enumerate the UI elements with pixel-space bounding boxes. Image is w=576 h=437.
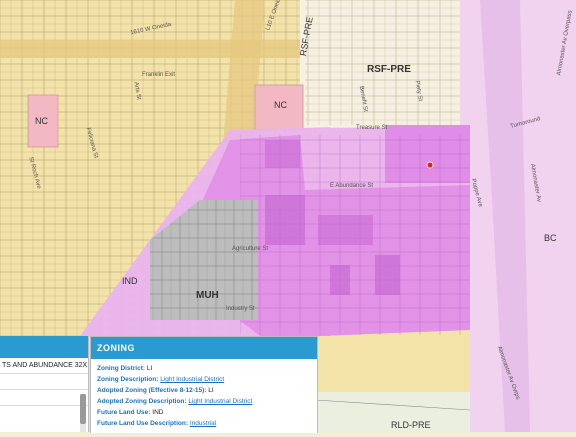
parcel-row: [0, 390, 88, 406]
zone-label-rld-pre: RLD-PRE: [391, 420, 431, 430]
rsf-pre-blocks: [305, 0, 460, 125]
zoning-panel-header: ZONING: [91, 337, 317, 359]
building: [265, 140, 300, 168]
adopted-zoning-description-link[interactable]: Light Industrial District: [188, 398, 252, 405]
zone-label-nc-left: NC: [35, 116, 48, 126]
zone-label-bc: BC: [544, 233, 557, 243]
adopted-zoning-label: Adopted Zoning (Effective 8-12-15):: [97, 387, 207, 394]
zone-label-rsf-pre: RSF-PRE: [367, 64, 411, 75]
building: [375, 255, 400, 295]
building: [265, 195, 305, 245]
future-land-use-value: IND: [152, 409, 164, 416]
zone-label-ind: IND: [122, 276, 138, 286]
zoning-district-label: Zoning District:: [97, 365, 146, 372]
parcel-info-panel: TS AND ABUNDANCE 32X119: [0, 336, 89, 432]
parcel-row: [0, 374, 88, 390]
future-land-use-description-label: Future Land Use Description:: [97, 420, 189, 427]
adopted-zoning-row: Adopted Zoning (Effective 8-12-15): LI: [91, 385, 317, 396]
zoning-district-row: Zoning District: LI: [91, 363, 317, 374]
street-label: Industry St: [226, 306, 255, 312]
future-land-use-description-link[interactable]: Industrial: [190, 420, 216, 427]
street-label: E Abundance St: [330, 183, 374, 189]
future-land-use-description-row: Future Land Use Description: Industrial: [91, 418, 317, 429]
adopted-zoning-value: LI: [208, 387, 214, 394]
zone-label-nc-center: NC: [274, 100, 287, 110]
building: [318, 215, 373, 245]
scrollbar-thumb[interactable]: [80, 394, 86, 424]
future-land-use-row: Future Land Use: IND: [91, 407, 317, 418]
street-label: Agriculture St: [232, 246, 269, 252]
zoning-description-row: Zoning Description: Light Industrial Dis…: [91, 374, 317, 385]
selected-parcel-marker[interactable]: [426, 161, 434, 169]
zone-label-muh: MUH: [196, 290, 219, 301]
adopted-zoning-description-label: Adopted Zoning Description:: [97, 398, 187, 405]
parcel-panel-header: [0, 336, 88, 358]
street-label: Franklin Exit: [142, 72, 176, 78]
zoning-district-value: LI: [146, 365, 153, 372]
street-label: Treasure St: [356, 125, 388, 131]
panel-scrollbar[interactable]: [80, 394, 86, 432]
adopted-zoning-description-row: Adopted Zoning Description: Light Indust…: [91, 396, 317, 407]
parcel-address: TS AND ABUNDANCE 32X119: [0, 358, 88, 374]
zoning-description-link[interactable]: Light Industrial District: [160, 376, 224, 383]
zoning-panel: ZONING Zoning District: LI Zoning Descri…: [90, 336, 318, 433]
zoning-description-label: Zoning Description:: [97, 376, 159, 383]
future-land-use-label: Future Land Use:: [97, 409, 151, 416]
building: [330, 265, 350, 295]
